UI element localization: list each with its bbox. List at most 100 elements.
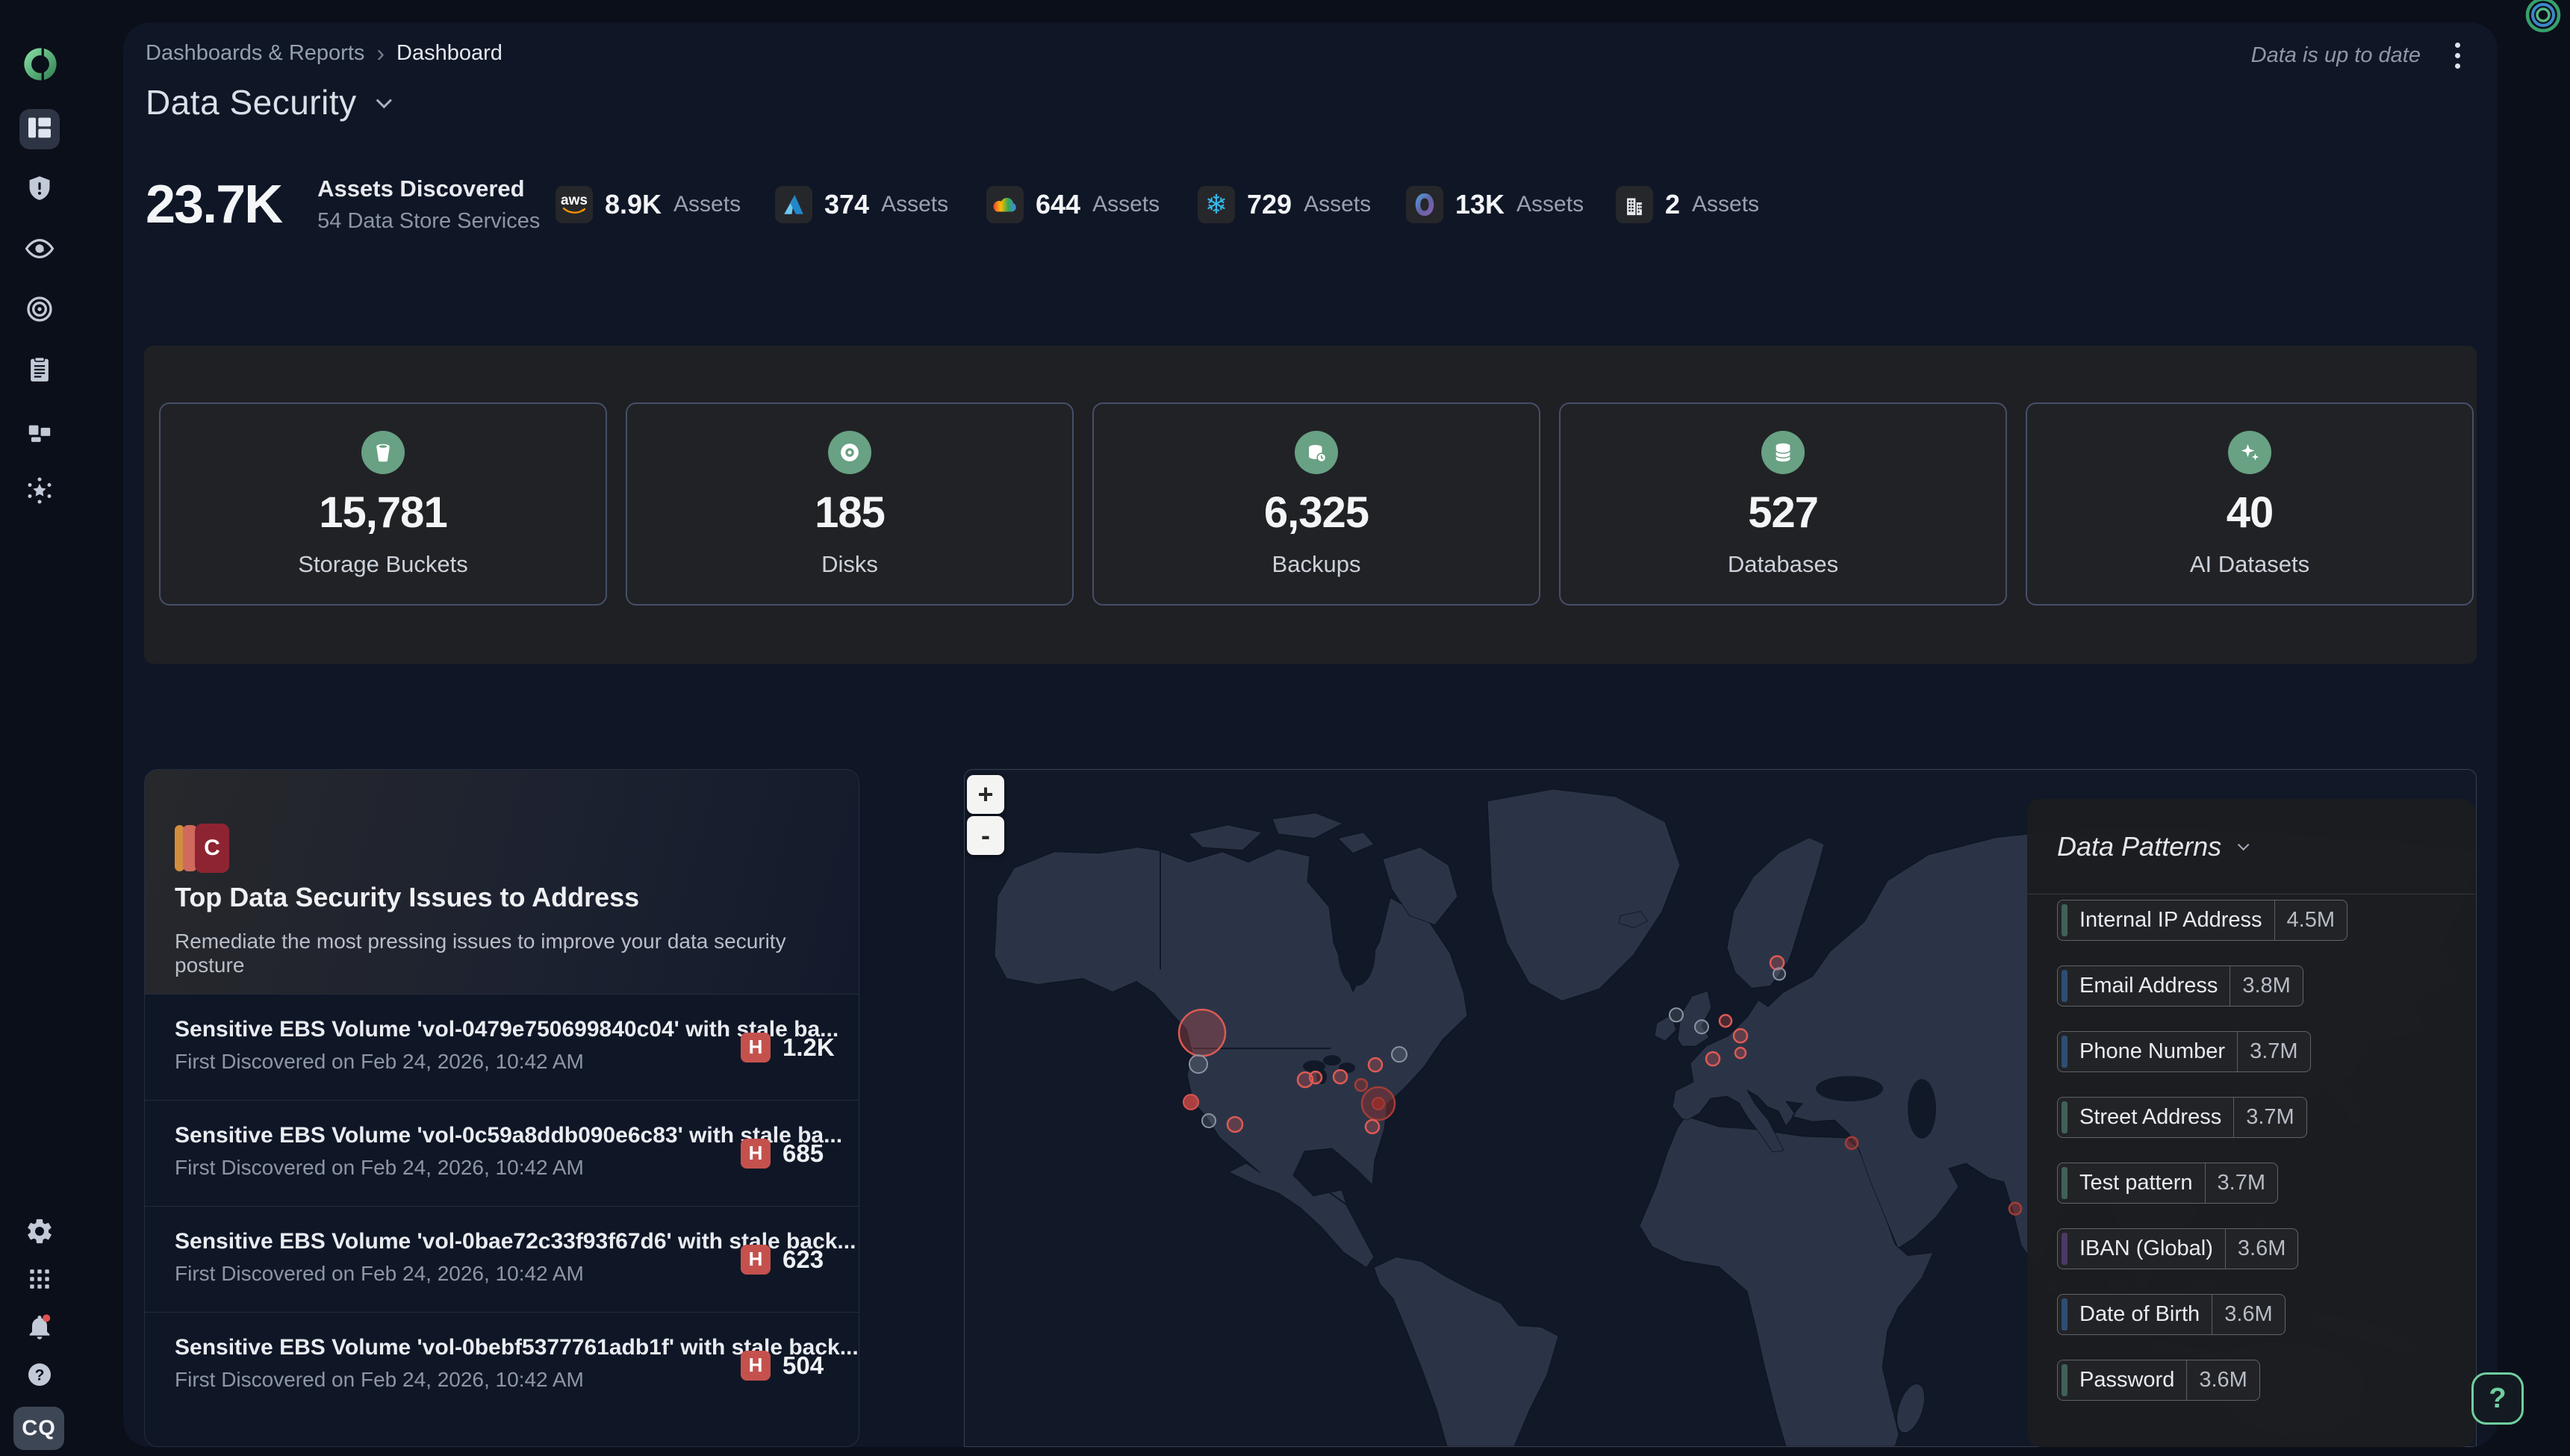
map-bubble[interactable] bbox=[1355, 1079, 1367, 1091]
kebab-menu-icon[interactable] bbox=[2448, 38, 2468, 73]
pattern-count: 4.5M bbox=[2275, 900, 2347, 940]
pattern-color-bar bbox=[2062, 1167, 2067, 1199]
summary-card-disk[interactable]: 185 Disks bbox=[626, 402, 1074, 606]
map-bubble[interactable] bbox=[1734, 1029, 1747, 1042]
summary-card-value: 40 bbox=[2227, 488, 2274, 538]
sidebar-item-notifications[interactable] bbox=[19, 1308, 60, 1348]
map-bubble[interactable] bbox=[1735, 1048, 1746, 1058]
sidebar-icon bbox=[25, 355, 54, 388]
map-bubble[interactable] bbox=[1720, 1015, 1732, 1027]
sidebar-item-sparkle-star[interactable] bbox=[19, 472, 60, 512]
sidebar-item-settings[interactable] bbox=[19, 1213, 60, 1253]
sidebar-item-clipboard[interactable] bbox=[19, 351, 60, 391]
issue-count: 685 bbox=[782, 1139, 839, 1168]
pattern-label: Test pattern bbox=[2067, 1163, 2205, 1203]
data-patterns-title: Data Patterns bbox=[2057, 831, 2221, 862]
provider-stat: aws 8.9K Assets bbox=[556, 184, 741, 225]
provider-count: 8.9K bbox=[605, 189, 662, 220]
pattern-label: IBAN (Global) bbox=[2067, 1229, 2225, 1269]
issue-discovered-date: First Discovered on Feb 24, 2026, 10:42 … bbox=[175, 1156, 584, 1180]
map-bubble[interactable] bbox=[1369, 1058, 1382, 1071]
issue-discovered-date: First Discovered on Feb 24, 2026, 10:42 … bbox=[175, 1050, 584, 1074]
map-bubble[interactable] bbox=[1706, 1052, 1720, 1065]
summary-card-icon bbox=[1295, 431, 1338, 474]
sidebar-item-widgets[interactable] bbox=[19, 411, 60, 452]
map-bubble[interactable] bbox=[2009, 1203, 2021, 1215]
summary-card-label: Disks bbox=[821, 551, 878, 578]
data-patterns-list: Internal IP Address 4.5M Email Address 3… bbox=[2027, 895, 2475, 1401]
pattern-label: Street Address bbox=[2067, 1098, 2233, 1137]
map-bubble[interactable] bbox=[1189, 1055, 1207, 1073]
map-bubble[interactable] bbox=[1773, 968, 1785, 980]
map-bubble[interactable] bbox=[1770, 956, 1784, 969]
user-avatar[interactable]: CQ bbox=[13, 1407, 64, 1450]
data-pattern-pill[interactable]: Email Address 3.8M bbox=[2057, 965, 2303, 1007]
issue-row[interactable]: Sensitive EBS Volume 'vol-0479e750699840… bbox=[145, 994, 859, 1100]
map-zoom-in-button[interactable]: + bbox=[967, 775, 1004, 814]
map-bubble[interactable] bbox=[1392, 1047, 1407, 1062]
map-bubble[interactable] bbox=[1695, 1020, 1708, 1033]
brand-logo-icon[interactable] bbox=[21, 45, 60, 84]
sidebar-icon bbox=[25, 174, 54, 206]
map-bubble[interactable] bbox=[1334, 1070, 1347, 1083]
sidebar-item-target[interactable] bbox=[19, 290, 60, 331]
summary-card-backup[interactable]: 6,325 Backups bbox=[1092, 402, 1540, 606]
map-bubble[interactable] bbox=[1846, 1137, 1858, 1149]
summary-card-value: 15,781 bbox=[319, 488, 447, 538]
map-bubble[interactable] bbox=[1310, 1071, 1322, 1083]
data-patterns-selector[interactable]: Data Patterns bbox=[2027, 799, 2475, 895]
data-pattern-pill[interactable]: Password 3.6M bbox=[2057, 1360, 2260, 1401]
provider-unit: Assets bbox=[1692, 192, 1759, 217]
summary-card-database[interactable]: 527 Databases bbox=[1559, 402, 2007, 606]
map-bubble[interactable] bbox=[1179, 1009, 1225, 1056]
sidebar-item-dashboard-layout[interactable] bbox=[19, 109, 60, 149]
help-fab-button[interactable]: ? bbox=[2471, 1372, 2524, 1425]
map-bubble[interactable] bbox=[1670, 1008, 1683, 1021]
data-pattern-pill[interactable]: Phone Number 3.7M bbox=[2057, 1031, 2311, 1072]
data-pattern-pill[interactable]: Date of Birth 3.6M bbox=[2057, 1294, 2286, 1335]
sidebar-icon bbox=[25, 476, 55, 509]
data-pattern-pill[interactable]: IBAN (Global) 3.6M bbox=[2057, 1228, 2298, 1269]
data-pattern-pill[interactable]: Test pattern 3.7M bbox=[2057, 1163, 2278, 1204]
issue-count: 623 bbox=[782, 1245, 839, 1274]
sidebar-item-apps-grid[interactable] bbox=[19, 1260, 60, 1301]
pattern-label: Date of Birth bbox=[2067, 1295, 2212, 1334]
breadcrumb-link-dashboards[interactable]: Dashboards & Reports bbox=[146, 41, 364, 66]
sidebar-icon: ? bbox=[26, 1361, 53, 1392]
summary-card-icon bbox=[828, 431, 871, 474]
summary-card-ai-dataset[interactable]: 40 AI Datasets bbox=[2026, 402, 2474, 606]
summary-card-icon bbox=[2228, 431, 2271, 474]
screen: ? CQ Dashboards & Reports › Dashboard Da… bbox=[0, 0, 2570, 1456]
dashboard-selector[interactable]: Data Security bbox=[146, 82, 388, 122]
breadcrumb-current: Dashboard bbox=[396, 41, 503, 66]
map-bubble[interactable] bbox=[1183, 1095, 1198, 1110]
data-pattern-pill[interactable]: Street Address 3.7M bbox=[2057, 1097, 2307, 1138]
severity-badge: H bbox=[741, 1245, 771, 1275]
sidebar-icon bbox=[25, 113, 55, 146]
sidebar-item-help[interactable]: ? bbox=[19, 1356, 60, 1396]
issue-title: Sensitive EBS Volume 'vol-0479e750699840… bbox=[175, 1017, 838, 1042]
issue-row[interactable]: Sensitive EBS Volume 'vol-0bae72c33f93f6… bbox=[145, 1206, 859, 1312]
sidebar-nav-bottom: ? bbox=[19, 1213, 60, 1396]
summary-card-label: Storage Buckets bbox=[298, 551, 467, 578]
sidebar-icon bbox=[26, 1266, 53, 1296]
sidebar-item-eye[interactable] bbox=[19, 230, 60, 270]
map-bubble[interactable] bbox=[1202, 1114, 1216, 1127]
map-bubble[interactable] bbox=[1228, 1117, 1242, 1132]
issue-count: 1.2K bbox=[782, 1033, 839, 1062]
provider-stat: 644 Assets bbox=[986, 184, 1160, 225]
page-title: Data Security bbox=[146, 82, 357, 122]
sidebar-item-shield-alert[interactable] bbox=[19, 169, 60, 210]
map-zoom-out-button[interactable]: - bbox=[967, 816, 1004, 855]
issue-row[interactable]: Sensitive EBS Volume 'vol-0c59a8ddb090e6… bbox=[145, 1100, 859, 1206]
sidebar-icon bbox=[25, 416, 54, 448]
sidebar-icon bbox=[24, 233, 55, 268]
map-bubble[interactable] bbox=[1372, 1098, 1384, 1110]
summary-card-label: AI Datasets bbox=[2190, 551, 2309, 578]
data-pattern-pill[interactable]: Internal IP Address 4.5M bbox=[2057, 900, 2347, 941]
summary-card-value: 185 bbox=[815, 488, 885, 538]
map-bubble[interactable] bbox=[1366, 1120, 1379, 1133]
summary-card-value: 527 bbox=[1748, 488, 1818, 538]
summary-card-storage-bucket[interactable]: 15,781 Storage Buckets bbox=[159, 402, 607, 606]
issue-row[interactable]: Sensitive EBS Volume 'vol-0bebf5377761ad… bbox=[145, 1312, 859, 1418]
